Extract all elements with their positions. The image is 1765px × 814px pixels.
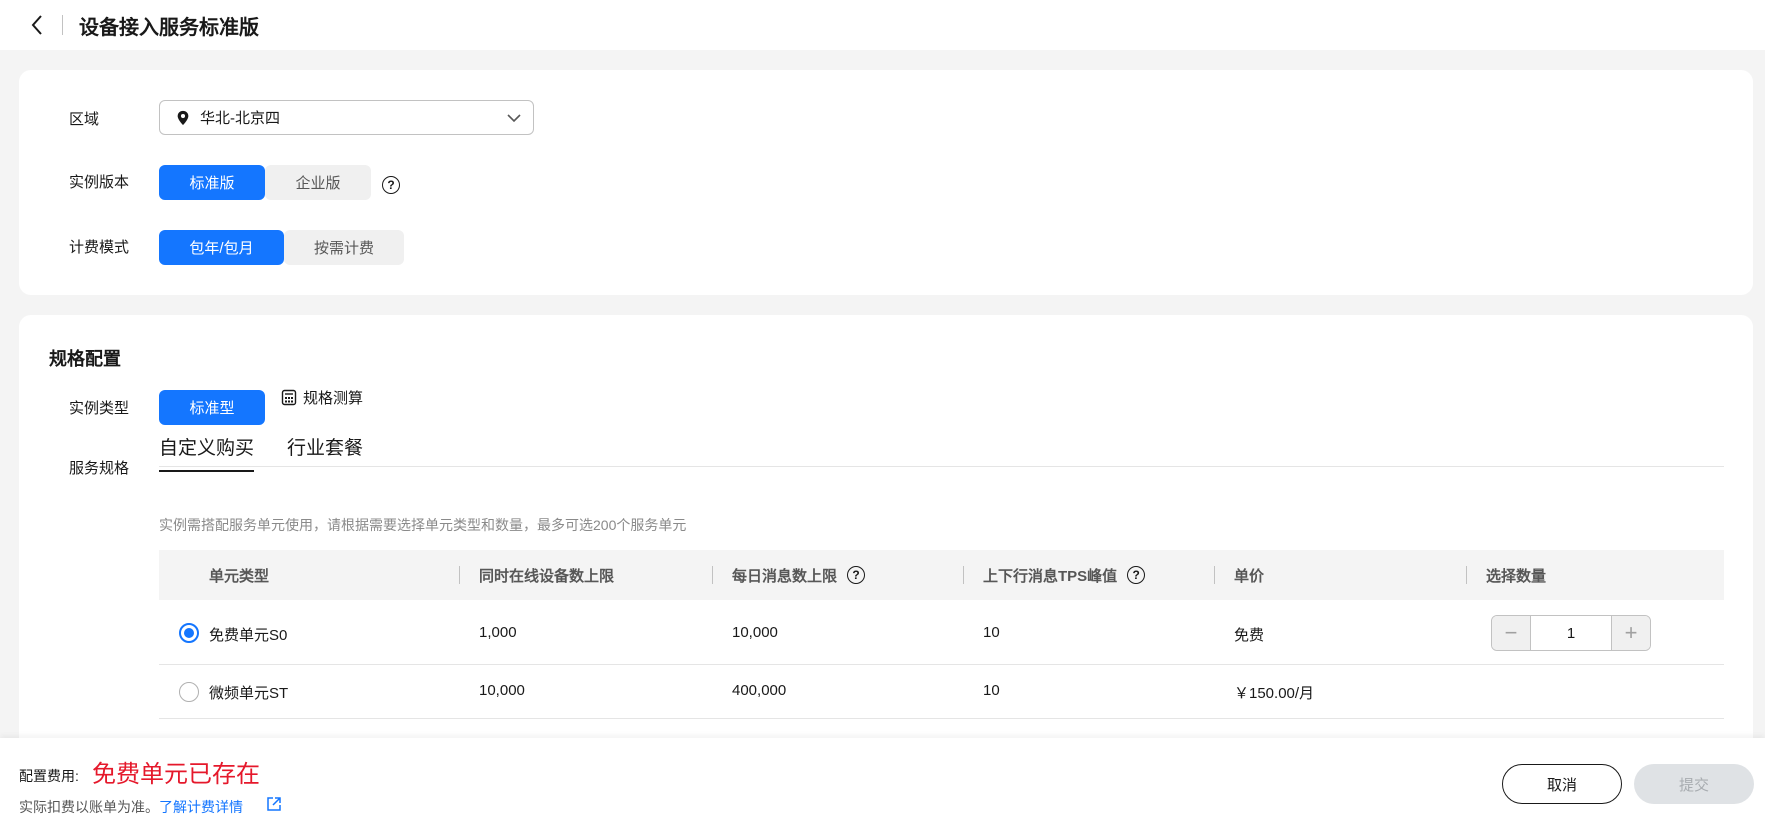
chevron-left-icon — [31, 15, 42, 35]
row-radio[interactable] — [179, 623, 199, 643]
cell-online-limit: 10,000 — [479, 682, 525, 699]
question-icon[interactable]: ? — [1127, 566, 1146, 584]
title-divider — [62, 15, 63, 35]
spec-config-card: 规格配置 实例类型 标准型 规格测算 服务规格 自定义购买 行业套餐 实例需搭配… — [19, 315, 1753, 775]
spec-calc-link[interactable]: 规格测算 — [281, 387, 363, 408]
th-daily-limit: 每日消息数上限? — [732, 565, 866, 586]
section-title: 规格配置 — [49, 349, 121, 369]
increment-button[interactable]: + — [1612, 616, 1650, 650]
fee-value: 免费单元已存在 — [92, 761, 260, 788]
instance-type-label: 实例类型 — [69, 400, 130, 417]
fee-label: 配置费用: — [19, 768, 79, 784]
footer-bar: 配置费用: 免费单元已存在 实际扣费以账单为准。了解计费详情 取消 提交 — [0, 738, 1765, 814]
edition-label: 实例版本 — [69, 174, 130, 191]
cell-online-limit: 1,000 — [479, 624, 517, 641]
back-button[interactable] — [24, 12, 50, 38]
external-link-icon[interactable] — [266, 796, 282, 812]
billing-selector: 包年/包月 按需计费 — [159, 230, 404, 265]
table-row[interactable]: 免费单元S0 1,000 10,000 10 免费 − 1 + — [159, 600, 1724, 665]
table-header: 单元类型 同时在线设备数上限 每日消息数上限? 上下行消息TPS峰值? 单价 选… — [159, 550, 1724, 600]
th-unit-price: 单价 — [1234, 567, 1265, 585]
region-value: 华北-北京四 — [200, 110, 280, 127]
question-icon[interactable]: ? — [847, 566, 866, 584]
unit-table: 单元类型 同时在线设备数上限 每日消息数上限? 上下行消息TPS峰值? 单价 选… — [159, 550, 1724, 719]
region-label: 区域 — [69, 111, 100, 128]
unit-hint: 实例需搭配服务单元使用，请根据需要选择单元类型和数量，最多可选200个服务单元 — [159, 517, 687, 533]
cancel-button[interactable]: 取消 — [1502, 764, 1622, 804]
cell-unit-price: 免费 — [1234, 627, 1265, 644]
tab-industry-package[interactable]: 行业套餐 — [287, 433, 363, 470]
edition-option-enterprise[interactable]: 企业版 — [265, 165, 371, 200]
purchase-tabs: 自定义购买 行业套餐 — [159, 427, 1724, 472]
fee-note: 实际扣费以账单为准。了解计费详情 — [19, 797, 243, 814]
th-tps-peak: 上下行消息TPS峰值? — [983, 565, 1146, 586]
edition-selector: 标准版 企业版 — [159, 165, 371, 200]
cell-unit-type: 微频单元ST — [209, 685, 289, 702]
page-title: 设备接入服务标准版 — [79, 16, 259, 39]
region-select[interactable]: 华北-北京四 — [159, 100, 534, 135]
fee-note-text: 实际扣费以账单为准。 — [19, 799, 159, 814]
cell-unit-price: ￥150.00/月 — [1234, 685, 1315, 702]
chevron-down-icon — [507, 113, 521, 122]
question-icon[interactable]: ? — [382, 176, 400, 194]
th-online-limit: 同时在线设备数上限 — [479, 567, 615, 585]
quantity-stepper: − 1 + — [1491, 615, 1651, 651]
billing-option-yearly-monthly[interactable]: 包年/包月 — [159, 230, 284, 265]
instance-type-selector: 标准型 — [159, 390, 265, 425]
cell-tps-peak: 10 — [983, 682, 1000, 699]
billing-details-link[interactable]: 了解计费详情 — [159, 799, 243, 814]
table-row[interactable]: 微频单元ST 10,000 400,000 10 ￥150.00/月 — [159, 665, 1724, 719]
column-separator — [1466, 566, 1467, 584]
cell-daily-limit: 10,000 — [732, 624, 778, 641]
billing-label: 计费模式 — [69, 239, 130, 256]
calculator-icon — [281, 389, 297, 406]
location-pin-icon — [177, 110, 189, 125]
th-unit-type: 单元类型 — [209, 567, 270, 585]
tab-custom-purchase[interactable]: 自定义购买 — [159, 433, 255, 472]
billing-option-on-demand[interactable]: 按需计费 — [284, 230, 404, 265]
row-radio[interactable] — [179, 682, 199, 702]
cell-daily-limit: 400,000 — [732, 682, 787, 699]
instance-type-option-standard[interactable]: 标准型 — [159, 390, 265, 425]
top-bar: 设备接入服务标准版 — [0, 0, 1765, 50]
quantity-value[interactable]: 1 — [1530, 616, 1612, 650]
th-quantity: 选择数量 — [1486, 567, 1547, 585]
column-separator — [459, 566, 460, 584]
column-separator — [1214, 566, 1215, 584]
cell-tps-peak: 10 — [983, 624, 1000, 641]
submit-button[interactable]: 提交 — [1634, 764, 1754, 804]
decrement-button[interactable]: − — [1492, 616, 1530, 650]
column-separator — [963, 566, 964, 584]
spec-calc-label: 规格测算 — [303, 390, 364, 407]
basic-config-card: 区域 华北-北京四 实例版本 标准版 企业版 ? 计费模式 包年/包月 按需计费 — [19, 70, 1753, 295]
cell-unit-type: 免费单元S0 — [209, 627, 288, 644]
service-spec-label: 服务规格 — [69, 460, 130, 477]
column-separator — [712, 566, 713, 584]
edition-option-standard[interactable]: 标准版 — [159, 165, 265, 200]
